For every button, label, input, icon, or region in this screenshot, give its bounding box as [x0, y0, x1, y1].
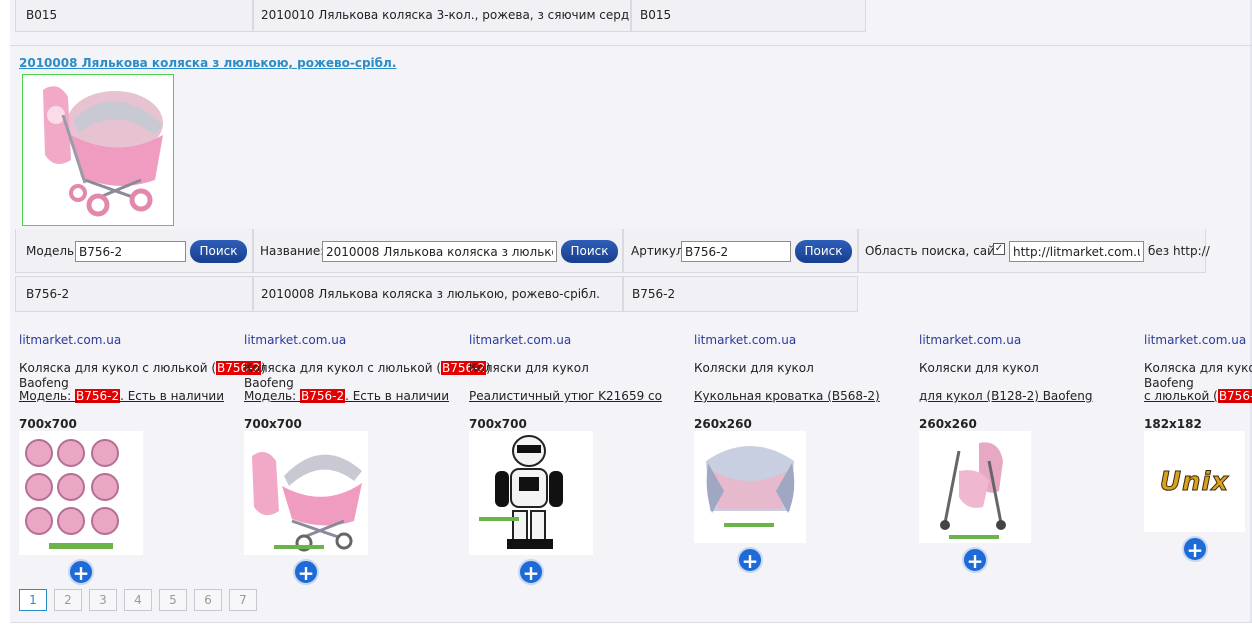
result-link-suffix[interactable]: . Есть в наличии [120, 389, 224, 403]
result-domain-link[interactable]: litmarket.com.ua [919, 333, 1021, 347]
result-link-highlight[interactable]: B756-2 [74, 389, 121, 403]
page-7-button[interactable]: 7 [229, 589, 257, 611]
no-http-label: без http:// [1148, 244, 1210, 258]
result-thumbnail[interactable] [469, 431, 593, 555]
result-link-text[interactable]: Реалистичный утюг K21659 со [469, 389, 662, 403]
robot-icon [469, 431, 593, 555]
name-label: Название: [260, 244, 325, 258]
article-search-button[interactable]: Поиск [795, 240, 852, 263]
result-image-size: 700x700 [244, 417, 302, 431]
result-link[interactable]: Модель: B756-2. Есть в наличии [244, 389, 449, 403]
page-2-button[interactable]: 2 [54, 589, 82, 611]
value-model-cell: B756-2 [15, 276, 253, 312]
result-image-size: 260x260 [919, 417, 977, 431]
result-title: Коляски для кукол [919, 361, 1039, 375]
result-link-text[interactable]: Модель: [244, 389, 300, 403]
features-icon [19, 431, 143, 555]
page-3-button[interactable]: 3 [89, 589, 117, 611]
stroller-icon [244, 431, 368, 555]
result-title-text: Коляска для кукол с люлькой ( [19, 361, 216, 375]
site-input[interactable] [1009, 241, 1144, 262]
result-thumbnail[interactable] [694, 431, 806, 543]
article-label: Артикул: [631, 244, 688, 258]
result-link[interactable]: Модель: B756-2. Есть в наличии [19, 389, 224, 403]
result-title-text: Коляски для кукол [694, 361, 814, 375]
page-6-button[interactable]: 6 [194, 589, 222, 611]
product-title-link[interactable]: 2010008 Лялькова коляска з люлькою, роже… [19, 56, 396, 70]
result-image-size: 700x700 [469, 417, 527, 431]
result-title: Коляски для кукол [694, 361, 814, 375]
result-title: Коляска для кукол с люлькой (B756-2) [19, 361, 266, 375]
result-link[interactable]: Кукольная кроватка (B568-2) [694, 389, 880, 403]
result-domain-link[interactable]: litmarket.com.ua [469, 333, 571, 347]
model-search-button[interactable]: Поиск [190, 240, 247, 263]
site-checkbox[interactable]: ✓ [993, 243, 1005, 255]
value-article-cell: B756-2 [623, 276, 858, 312]
product-image[interactable] [22, 74, 174, 226]
result-link-highlight[interactable]: B756-2 [1217, 389, 1252, 403]
result-image-size: 260x260 [694, 417, 752, 431]
result-domain-link[interactable]: litmarket.com.ua [244, 333, 346, 347]
add-plus-icon[interactable]: + [518, 559, 544, 585]
result-title: Коляска для кукол с люлькой (B756-2) [244, 361, 491, 375]
search-area-label: Область поиска, сайт [865, 244, 1002, 258]
result-link-text[interactable]: для кукол (B128-2) Baofeng [919, 389, 1092, 403]
result-link-text[interactable]: Модель: [19, 389, 75, 403]
result-thumbnail[interactable] [244, 431, 368, 555]
result-link[interactable]: Реалистичный утюг K21659 со [469, 389, 662, 403]
add-plus-icon[interactable]: + [1182, 536, 1208, 562]
name-search-input[interactable] [322, 241, 557, 262]
result-thumbnail[interactable] [19, 431, 143, 555]
result-thumbnail[interactable]: Unix [1144, 431, 1245, 532]
unix-logo: Unix [1144, 431, 1245, 532]
article-search-input[interactable] [681, 241, 791, 262]
result-link-text[interactable]: Кукольная кроватка (B568-2) [694, 389, 880, 403]
model-search-input[interactable] [75, 241, 186, 262]
result-link-suffix[interactable]: . Есть в наличии [345, 389, 449, 403]
result-subtitle: Baofeng [19, 376, 69, 390]
result-title-text: Коляски для кукол [469, 361, 589, 375]
result-domain-link[interactable]: litmarket.com.ua [694, 333, 796, 347]
logo-text: Unix [1159, 466, 1230, 497]
stroller-icon [23, 75, 173, 225]
result-link-highlight[interactable]: B756-2 [299, 389, 346, 403]
result-domain-link[interactable]: litmarket.com.ua [19, 333, 121, 347]
result-title-text: Коляска для кукол [1144, 361, 1252, 375]
add-plus-icon[interactable]: + [737, 547, 763, 573]
add-plus-icon[interactable]: + [293, 559, 319, 585]
result-link[interactable]: с люлькой (B756-2) [1144, 389, 1252, 403]
result-image-size: 700x700 [19, 417, 77, 431]
result-subtitle: Baofeng [1144, 376, 1194, 390]
page-5-button[interactable]: 5 [159, 589, 187, 611]
page-4-button[interactable]: 4 [124, 589, 152, 611]
result-subtitle: Baofeng [244, 376, 294, 390]
result-title-text: Коляска для кукол с люлькой ( [244, 361, 441, 375]
page-1-button[interactable]: 1 [19, 589, 47, 611]
result-title: Коляска для кукол [1144, 361, 1252, 375]
model-label: Модель: [26, 244, 79, 258]
value-name-cell: 2010008 Лялькова коляска з люлькою, роже… [253, 276, 623, 312]
add-plus-icon[interactable]: + [68, 559, 94, 585]
result-image-size: 182x182 [1144, 417, 1202, 431]
prev-model-cell: B015 [15, 0, 253, 32]
result-thumbnail[interactable] [919, 431, 1031, 543]
result-link-text[interactable]: с люлькой ( [1144, 389, 1218, 403]
result-link[interactable]: для кукол (B128-2) Baofeng [919, 389, 1092, 403]
result-title: Коляски для кукол [469, 361, 589, 375]
row-divider [10, 45, 1252, 46]
crib-icon [694, 431, 806, 543]
bottom-divider [10, 622, 1252, 623]
result-title-text: Коляски для кукол [919, 361, 1039, 375]
name-search-button[interactable]: Поиск [561, 240, 618, 263]
result-domain-link[interactable]: litmarket.com.ua [1144, 333, 1246, 347]
prev-article-cell: B015 [631, 0, 866, 32]
add-plus-icon[interactable]: + [962, 547, 988, 573]
prev-name-cell: 2010010 Лялькова коляска 3-кол., рожева,… [253, 0, 631, 32]
buggy-icon [919, 431, 1031, 543]
